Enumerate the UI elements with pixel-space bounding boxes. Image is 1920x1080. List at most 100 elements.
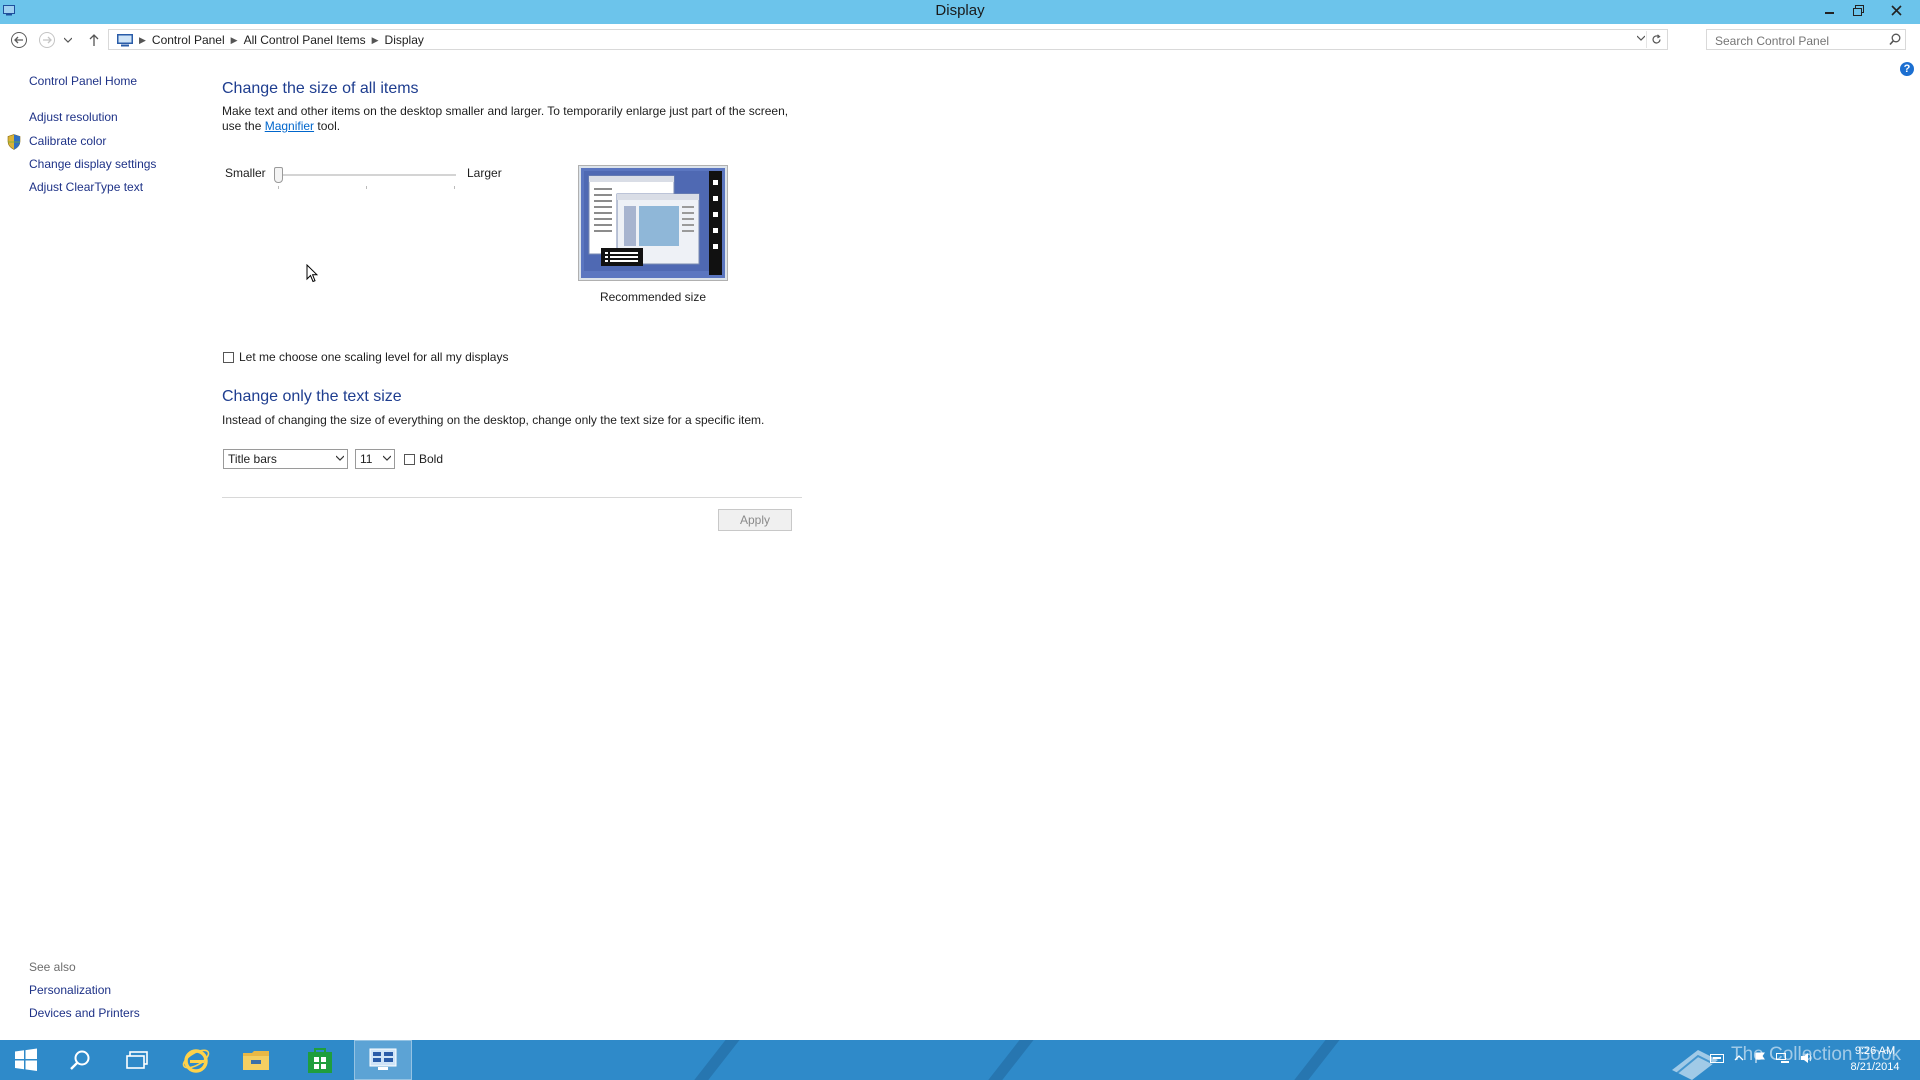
text-size-description: Instead of changing the size of everythi… (222, 413, 765, 427)
up-arrow-icon (89, 34, 99, 46)
search-icon[interactable] (1889, 33, 1901, 46)
size-preview-image (578, 165, 728, 281)
minimize-button[interactable] (1816, 0, 1844, 20)
start-button[interactable] (0, 1040, 52, 1080)
taskbar: The Collection Book 9:26 AM 8/21/2014 (0, 1040, 1920, 1080)
folder-icon (243, 1051, 269, 1070)
breadcrumb-display[interactable]: Display (385, 33, 424, 47)
devices-and-printers-link[interactable]: Devices and Printers (29, 1006, 140, 1020)
system-tray (1710, 1052, 1814, 1064)
text-size-select[interactable]: 11 (355, 449, 395, 469)
clock[interactable]: 9:26 AM 8/21/2014 (1832, 1043, 1918, 1075)
close-button[interactable] (1872, 0, 1920, 20)
breadcrumb-all-items[interactable]: All Control Panel Items (244, 33, 366, 47)
control-panel-home-link[interactable]: Control Panel Home (29, 74, 137, 88)
adjust-cleartype-link[interactable]: Adjust ClearType text (29, 180, 143, 194)
breadcrumb-control-panel[interactable]: Control Panel (152, 33, 225, 47)
refresh-button[interactable] (1646, 31, 1665, 48)
help-icon: ? (1903, 63, 1911, 75)
store-button[interactable] (294, 1040, 346, 1080)
size-description: Make text and other items on the desktop… (222, 104, 802, 134)
network-icon[interactable] (1776, 1052, 1790, 1064)
left-pane: Control Panel Home Adjust resolution Cal… (0, 56, 200, 1040)
minimize-icon (1825, 12, 1834, 14)
store-icon (308, 1048, 332, 1073)
desktop-preview-icon (581, 168, 725, 278)
taskbar-decoration (678, 1040, 748, 1080)
task-view-button[interactable] (111, 1040, 163, 1080)
change-display-settings-link[interactable]: Change display settings (29, 157, 156, 171)
restore-icon (1852, 4, 1864, 16)
recent-locations-button[interactable] (62, 31, 74, 49)
text-size-heading: Change only the text size (222, 388, 402, 405)
divider (222, 497, 802, 498)
internet-explorer-button[interactable] (170, 1040, 222, 1080)
scaling-level-label[interactable]: Let me choose one scaling level for all … (239, 350, 508, 364)
chevron-down-icon (383, 455, 391, 461)
clock-time: 9:26 AM (1854, 1045, 1896, 1057)
slider-max-label: Larger (467, 166, 502, 180)
close-icon (1890, 4, 1902, 16)
refresh-icon (1651, 34, 1661, 44)
control-panel-icon (117, 33, 133, 46)
flag-icon[interactable] (1754, 1052, 1766, 1064)
forward-arrow-icon (39, 32, 55, 48)
restore-button[interactable] (1844, 0, 1872, 20)
search-input[interactable] (1713, 31, 1887, 50)
taskbar-decoration (972, 1040, 1042, 1080)
chevron-up-icon[interactable] (1734, 1052, 1744, 1064)
bold-label[interactable]: Bold (419, 452, 443, 466)
mouse-cursor-icon (306, 264, 318, 283)
text-item-value: Title bars (228, 452, 277, 466)
slider-tick (278, 186, 279, 189)
window-title: Display (935, 2, 985, 19)
search-taskbar-button[interactable] (54, 1040, 106, 1080)
bold-checkbox[interactable] (404, 454, 415, 465)
file-explorer-button[interactable] (230, 1040, 282, 1080)
size-heading: Change the size of all items (222, 80, 419, 97)
breadcrumb-separator: ▶ (230, 34, 238, 45)
size-slider-track[interactable] (276, 174, 456, 176)
breadcrumb-separator: ▶ (139, 34, 146, 45)
windows-logo-icon (15, 1048, 37, 1071)
back-arrow-icon (11, 32, 27, 48)
search-box[interactable] (1706, 29, 1906, 50)
adjust-resolution-link[interactable]: Adjust resolution (29, 110, 118, 124)
keyboard-icon[interactable] (1710, 1052, 1724, 1064)
forward-button[interactable] (37, 31, 57, 49)
chevron-down-icon (1636, 35, 1646, 41)
size-description-tail: tool. (314, 119, 341, 133)
control-panel-icon (369, 1048, 397, 1070)
internet-explorer-icon (182, 1049, 210, 1073)
preview-caption: Recommended size (599, 290, 707, 304)
volume-icon[interactable] (1800, 1052, 1814, 1064)
up-button[interactable] (84, 31, 104, 49)
address-history-dropdown[interactable] (1636, 33, 1646, 44)
breadcrumb-separator: ▶ (371, 34, 379, 45)
magnifier-link[interactable]: Magnifier (265, 119, 314, 133)
clock-date: 8/21/2014 (1850, 1061, 1900, 1073)
address-bar[interactable]: ▶ Control Panel ▶ All Control Panel Item… (108, 29, 1668, 50)
search-icon (70, 1050, 90, 1070)
text-item-select[interactable]: Title bars (223, 449, 348, 469)
slider-tick (366, 186, 367, 189)
slider-tick (454, 186, 455, 189)
calibrate-color-link[interactable]: Calibrate color (29, 134, 106, 148)
text-size-value: 11 (360, 452, 373, 466)
title-bar: Display (0, 0, 1920, 24)
personalization-link[interactable]: Personalization (29, 983, 111, 997)
chevron-down-icon (336, 455, 344, 461)
navigation-bar: ▶ Control Panel ▶ All Control Panel Item… (0, 24, 1920, 56)
apply-button[interactable]: Apply (718, 509, 792, 531)
back-button[interactable] (9, 31, 29, 49)
shield-icon (7, 134, 21, 150)
size-slider-thumb[interactable] (274, 167, 283, 183)
scaling-level-checkbox[interactable] (223, 352, 234, 363)
taskbar-decoration (1278, 1040, 1348, 1080)
chevron-down-icon (64, 37, 72, 43)
see-also-heading: See also (29, 960, 76, 974)
control-panel-taskbar-button[interactable] (354, 1040, 412, 1080)
help-button[interactable]: ? (1900, 62, 1914, 76)
main-content: Change the size of all items Make text a… (222, 56, 1882, 1040)
slider-min-label: Smaller (225, 166, 266, 180)
